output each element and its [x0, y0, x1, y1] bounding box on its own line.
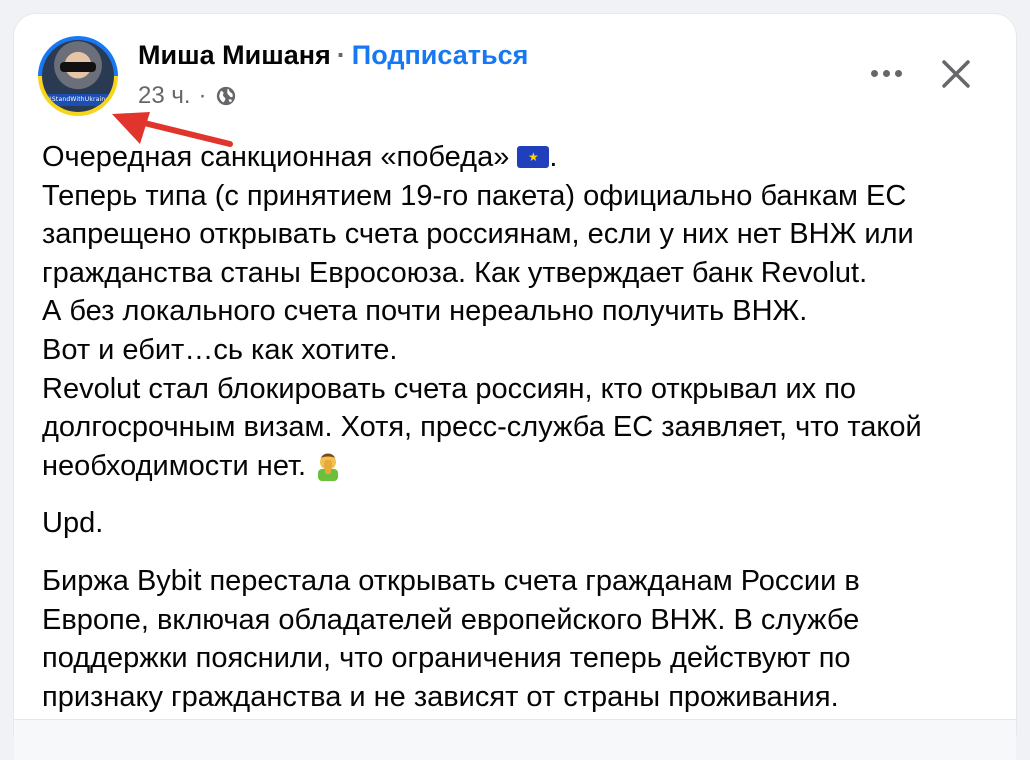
- post-line: поддержки пояснили, что ограничения тепе…: [42, 642, 851, 675]
- more-icon-dot: [882, 69, 890, 77]
- post-line: признаку гражданства и не зависят от стр…: [42, 680, 839, 713]
- post-line: гражданства станы Евросоюза. Как утвержд…: [42, 256, 868, 289]
- author-name[interactable]: Миша Мишаня: [138, 40, 331, 70]
- post-meta: 23 ч. ·: [138, 82, 237, 110]
- more-icon-dot: [894, 69, 902, 77]
- post-line-text: Очередная санкционная «победа»: [42, 141, 510, 173]
- post-line: А без локального счета почти нереально п…: [42, 295, 808, 328]
- post-line: Очередная санкционная «победа» .: [42, 138, 1002, 177]
- post-card: #StandWithUkraine Миша Мишаня · Подписатьс…: [14, 14, 1016, 760]
- close-icon[interactable]: [936, 54, 976, 94]
- meta-separator: ·: [198, 82, 207, 109]
- post-text: Очередная санкционная «победа» . Теперь …: [42, 138, 1002, 716]
- post-line: долгосрочным визам. Хотя, пресс-служба Е…: [42, 411, 922, 444]
- avatar-photo: #StandWithUkraine: [42, 40, 114, 112]
- post-line: запрещено открывать счета россиянам, есл…: [42, 218, 914, 251]
- post-line: необходимости нет.: [42, 447, 1002, 486]
- post-footer-edge: [14, 719, 1016, 760]
- post-line-text: необходимости нет.: [42, 449, 307, 482]
- eu-flag-emoji: [517, 146, 550, 168]
- post-line: Теперь типа (с принятием 19-го пакета) о…: [42, 179, 907, 212]
- post-line: Revolut стал блокировать счета россиян, …: [42, 372, 857, 405]
- more-options-button[interactable]: [866, 58, 906, 88]
- post-line: Вот и ебит…сь как хотите.: [42, 333, 398, 366]
- header-separator: ·: [336, 40, 346, 70]
- post-line: Биржа Bybit перестала открывать счета гр…: [42, 564, 860, 597]
- globe-icon[interactable]: [215, 85, 237, 107]
- upd-label: Upd.: [42, 507, 104, 540]
- facepalm-emoji: [318, 453, 339, 481]
- post-time[interactable]: 23 ч.: [138, 82, 191, 110]
- more-icon-dot: [870, 69, 878, 77]
- avatar[interactable]: #StandWithUkraine: [38, 36, 118, 116]
- post-line: Европе, включая обладателей европейского…: [42, 603, 860, 636]
- avatar-ribbon: #StandWithUkraine: [42, 94, 114, 106]
- post-line-suffix: .: [549, 141, 558, 173]
- avatar-glasses: [60, 62, 96, 72]
- follow-button[interactable]: Подписаться: [352, 40, 529, 70]
- post-header-title: Миша Мишаня · Подписаться: [138, 40, 528, 71]
